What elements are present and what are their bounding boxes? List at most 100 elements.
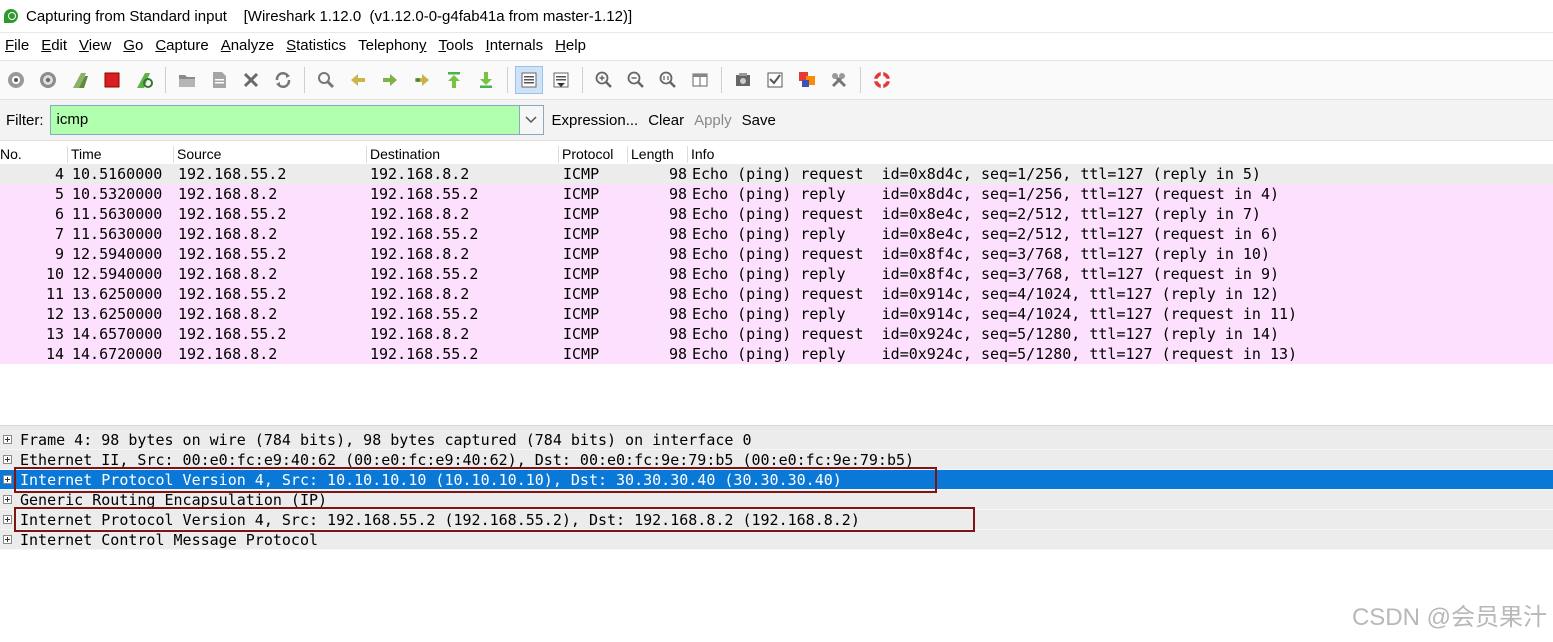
expand-plus-icon[interactable] — [3, 535, 12, 544]
menu-go[interactable]: Go — [123, 37, 143, 54]
close-file-icon[interactable] — [237, 66, 265, 94]
packet-no: 6 — [54, 205, 64, 223]
filter-save-button[interactable]: Save — [742, 112, 776, 129]
packet-row[interactable]: 9 12.5940000 192.168.55.2 192.168.8.2 ICMP 98… — [0, 244, 1553, 264]
menu-capture-label: apture — [166, 37, 209, 54]
detail-tree-item-frame[interactable]: Frame 4: 98 bytes on wire (784 bits), 98… — [0, 430, 1553, 450]
menu-file[interactable]: File — [5, 37, 29, 54]
zoom-out-icon[interactable] — [622, 66, 650, 94]
expand-plus-icon[interactable] — [3, 495, 12, 504]
packet-row[interactable]: 5 10.5320000 192.168.8.2 192.168.55.2 ICMP 98… — [0, 184, 1553, 204]
auto-scroll-icon[interactable] — [547, 66, 575, 94]
colorize-icon[interactable] — [515, 66, 543, 94]
display-filter-input[interactable]: icmp — [49, 105, 520, 135]
packet-length: 98 — [668, 205, 687, 223]
stop-capture-icon[interactable] — [98, 66, 126, 94]
menu-view[interactable]: View — [79, 37, 111, 54]
detail-tree-item-label: Ethernet II, Src: 00:e0:fc:e9:40:62 (00:… — [20, 450, 915, 469]
packet-source: 192.168.55.2 — [178, 245, 287, 263]
packet-destination: 192.168.8.2 — [370, 205, 470, 223]
packet-row[interactable]: 7 11.5630000 192.168.8.2 192.168.55.2 ICMP 98… — [0, 224, 1553, 244]
menu-analyze[interactable]: Analyze — [221, 37, 274, 54]
column-header-destination[interactable]: Destination — [366, 146, 440, 163]
packet-list: 4 10.5160000 192.168.55.2 192.168.8.2 ICMP 98… — [0, 164, 1553, 364]
packet-destination: 192.168.55.2 — [370, 345, 479, 363]
expand-plus-icon[interactable] — [3, 515, 12, 524]
packet-destination: 192.168.8.2 — [370, 245, 470, 263]
packet-row[interactable]: 12 13.6250000 192.168.8.2 192.168.55.2 ICMP 9… — [0, 304, 1553, 324]
column-header-time[interactable]: Time — [67, 146, 102, 163]
detail-tree-item-label: Frame 4: 98 bytes on wire (784 bits), 98… — [20, 430, 752, 449]
filter-expression-button[interactable]: Expression... — [552, 112, 639, 129]
packet-destination: 192.168.55.2 — [370, 225, 479, 243]
display-filters-icon[interactable] — [761, 66, 789, 94]
packet-list-header: No. Time Source Destination Protocol Len… — [0, 144, 1553, 164]
start-capture-icon[interactable] — [66, 66, 94, 94]
toolbar-separator — [860, 67, 861, 93]
menu-capture[interactable]: Capture — [155, 37, 208, 54]
filter-dropdown-button[interactable] — [519, 105, 544, 135]
column-header-length[interactable]: Length — [627, 146, 674, 163]
packet-row[interactable]: 6 11.5630000 192.168.55.2 192.168.8.2 ICMP 98… — [0, 204, 1553, 224]
capture-options-icon[interactable] — [34, 66, 62, 94]
packet-row[interactable]: 13 14.6570000 192.168.55.2 192.168.8.2 ICMP 9… — [0, 324, 1553, 344]
go-first-packet-icon[interactable] — [440, 66, 468, 94]
packet-row[interactable]: 11 13.6250000 192.168.55.2 192.168.8.2 ICMP 9… — [0, 284, 1553, 304]
expand-plus-icon[interactable] — [3, 455, 12, 464]
packet-info: Echo (ping) reply id=0x8d4c, seq=1/256, … — [692, 185, 1279, 203]
packet-protocol: ICMP — [563, 245, 600, 263]
title-bar: Capturing from Standard input [Wireshark… — [0, 0, 1553, 33]
packet-destination: 192.168.8.2 — [370, 325, 470, 343]
go-last-packet-icon[interactable] — [472, 66, 500, 94]
normal-size-icon[interactable] — [654, 66, 682, 94]
coloring-rules-icon[interactable] — [793, 66, 821, 94]
packet-row[interactable]: 10 12.5940000 192.168.8.2 192.168.55.2 ICMP 9… — [0, 264, 1553, 284]
menu-internals-label: nternals — [489, 37, 544, 54]
menu-help-label: elp — [565, 37, 586, 54]
expand-plus-icon[interactable] — [3, 435, 12, 444]
menu-internals[interactable]: Internals — [486, 37, 544, 54]
detail-tree-item-icmp[interactable]: Internet Control Message Protocol — [0, 530, 1553, 550]
find-packet-icon[interactable] — [312, 66, 340, 94]
filter-clear-button[interactable]: Clear — [648, 112, 684, 129]
menu-statistics[interactable]: Statistics — [286, 37, 346, 54]
packet-destination: 192.168.8.2 — [370, 285, 470, 303]
help-icon[interactable] — [868, 66, 896, 94]
open-file-icon[interactable] — [173, 66, 201, 94]
menu-telephony[interactable]: Telephony — [358, 37, 426, 54]
packet-no: 5 — [54, 185, 64, 203]
resize-columns-icon[interactable] — [686, 66, 714, 94]
packet-row[interactable]: 14 14.6720000 192.168.8.2 192.168.55.2 ICMP 9… — [0, 344, 1553, 364]
go-forward-icon[interactable] — [376, 66, 404, 94]
go-back-icon[interactable] — [344, 66, 372, 94]
menu-tools[interactable]: Tools — [439, 37, 474, 54]
column-header-protocol[interactable]: Protocol — [558, 146, 613, 163]
column-header-no[interactable]: No. — [0, 146, 22, 163]
preferences-icon[interactable] — [825, 66, 853, 94]
capture-filters-icon[interactable] — [729, 66, 757, 94]
packet-protocol: ICMP — [563, 285, 600, 303]
menu-analyze-label: nalyze — [230, 37, 275, 54]
reload-icon[interactable] — [269, 66, 297, 94]
filter-apply-button[interactable]: Apply — [694, 112, 732, 129]
packet-no: 11 — [45, 285, 64, 303]
filter-label: Filter: — [6, 111, 44, 129]
column-header-source[interactable]: Source — [173, 146, 221, 163]
packet-info: Echo (ping) request id=0x914c, seq=4/102… — [692, 285, 1279, 303]
packet-no: 4 — [54, 165, 64, 183]
restart-capture-icon[interactable] — [130, 66, 158, 94]
menu-edit[interactable]: Edit — [41, 37, 67, 54]
column-header-info[interactable]: Info — [687, 146, 714, 163]
packet-protocol: ICMP — [563, 325, 600, 343]
zoom-in-icon[interactable] — [590, 66, 618, 94]
packet-row[interactable]: 4 10.5160000 192.168.55.2 192.168.8.2 ICMP 98… — [0, 164, 1553, 184]
menu-help[interactable]: Help — [555, 37, 586, 54]
packet-protocol: ICMP — [563, 165, 600, 183]
save-file-icon[interactable] — [205, 66, 233, 94]
interfaces-list-icon[interactable] — [2, 66, 30, 94]
expand-plus-icon[interactable] — [3, 475, 12, 484]
menu-go-mnemonic: G — [123, 37, 135, 54]
packet-time: 11.5630000 — [72, 225, 163, 243]
go-to-packet-icon[interactable] — [408, 66, 436, 94]
packet-time: 14.6570000 — [72, 325, 163, 343]
